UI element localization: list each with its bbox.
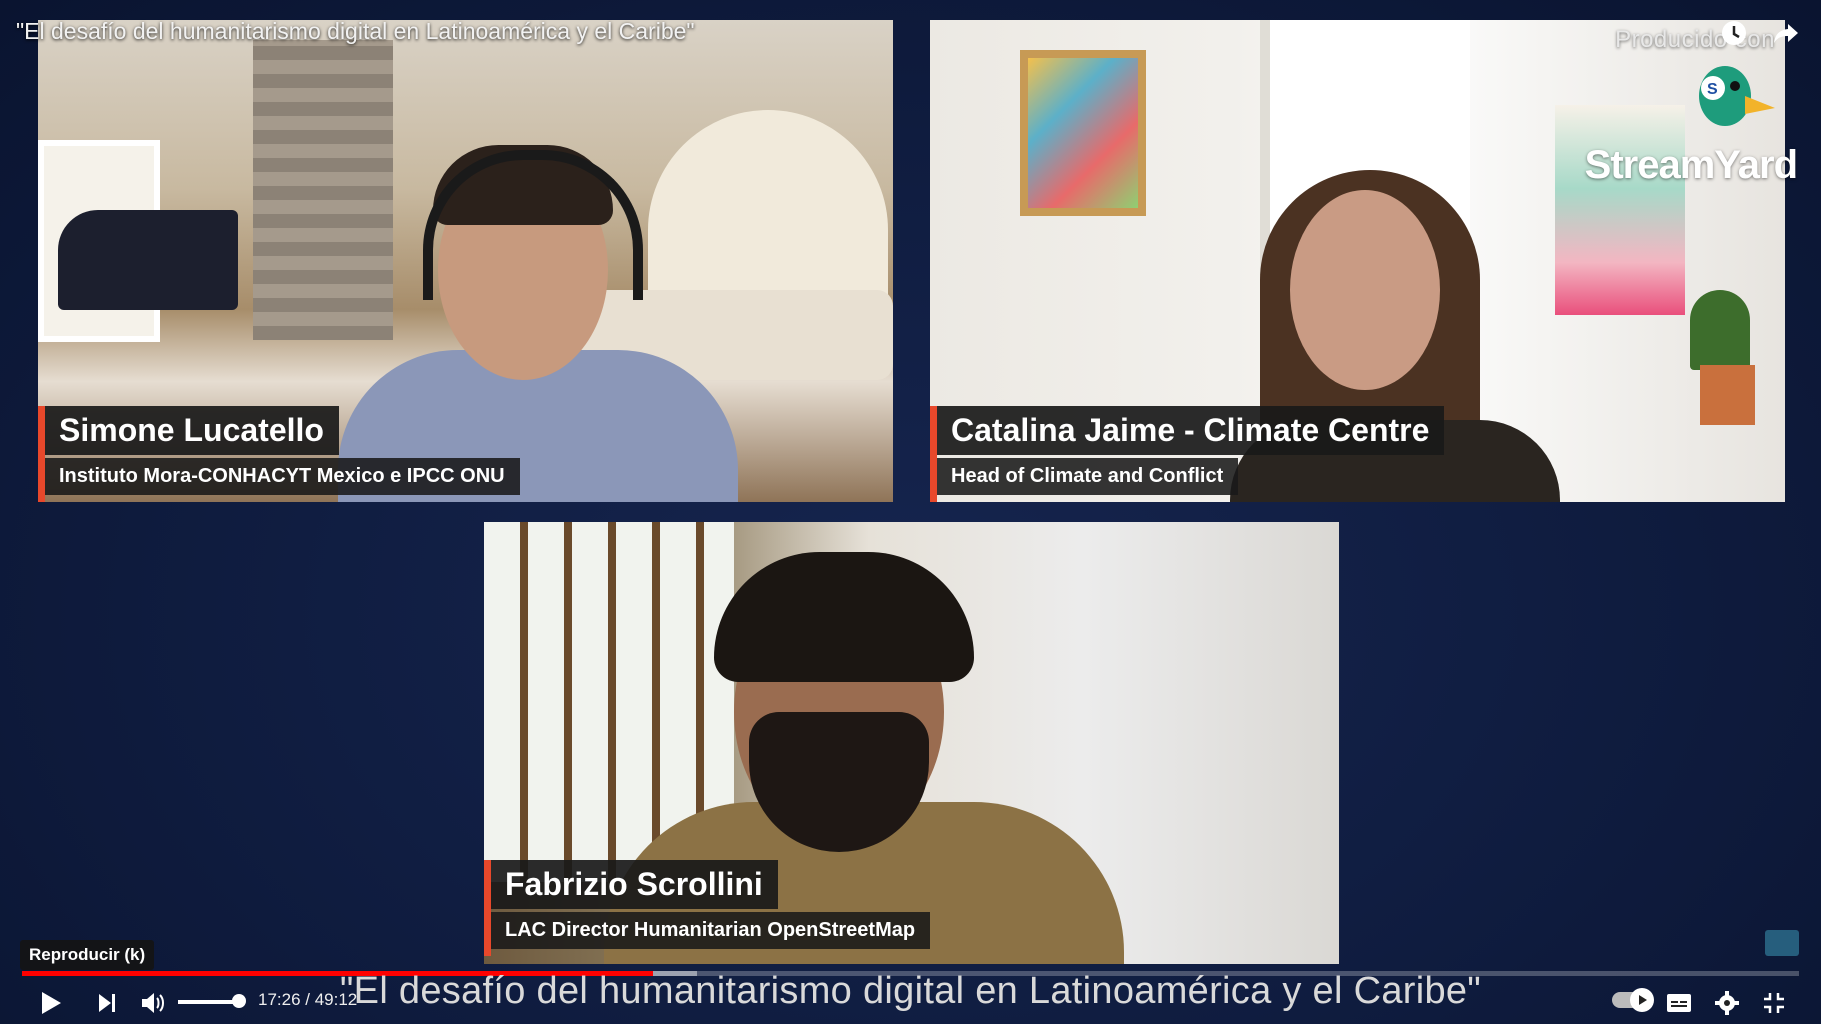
play-tooltip: Reproducir (k) — [20, 940, 155, 970]
participant-tile-1: Simone Lucatello Instituto Mora-CONHACYT… — [38, 20, 893, 502]
background-pot — [1700, 365, 1755, 425]
background-painting — [1020, 50, 1146, 216]
exit-fullscreen-icon — [1764, 993, 1784, 1013]
volume-slider-track[interactable] — [178, 1000, 240, 1004]
settings-button[interactable] — [1710, 986, 1744, 1020]
background-fireplace — [253, 40, 393, 340]
background-plant — [1690, 290, 1750, 370]
lower-third-accent — [38, 406, 45, 502]
gear-icon — [1715, 991, 1739, 1015]
watch-later-icon[interactable] — [1717, 16, 1751, 50]
play-button[interactable] — [34, 986, 68, 1020]
participant-face — [1290, 190, 1440, 390]
participant-role: LAC Director Humanitarian OpenStreetMap — [491, 912, 931, 949]
svg-text:S: S — [1707, 81, 1718, 98]
autoplay-play-icon — [1639, 995, 1647, 1005]
lower-third-accent — [930, 406, 937, 502]
subtitles-button[interactable] — [1662, 986, 1696, 1020]
next-icon — [99, 994, 115, 1012]
background-piano — [58, 210, 238, 310]
top-actions — [1717, 16, 1803, 50]
participant-hair — [714, 552, 974, 682]
participant-role: Head of Climate and Conflict — [937, 458, 1239, 495]
volume-icon — [142, 993, 164, 1013]
channel-watermark[interactable] — [1765, 930, 1799, 956]
autoplay-toggle-knob[interactable] — [1630, 988, 1654, 1012]
subtitles-icon — [1667, 994, 1691, 1012]
play-icon — [42, 992, 61, 1014]
share-icon[interactable] — [1769, 16, 1803, 50]
lower-third-accent — [484, 860, 491, 956]
player-controls: 17:26 / 49:12 — [0, 978, 1821, 1024]
participant-name: Fabrizio Scrollini — [491, 860, 778, 909]
next-button[interactable] — [90, 986, 124, 1020]
background-doorway — [648, 110, 888, 310]
streamyard-logo: S StreamYard — [1585, 58, 1798, 188]
volume-button[interactable] — [136, 986, 170, 1020]
time-display: 17:26 / 49:12 — [258, 990, 358, 1009]
participant-name: Catalina Jaime - Climate Centre — [937, 406, 1445, 455]
exit-fullscreen-button[interactable] — [1757, 986, 1791, 1020]
participant-role: Instituto Mora-CONHACYT Mexico e IPCC ON… — [45, 458, 520, 495]
video-title[interactable]: "El desafío del humanitarismo digital en… — [16, 18, 695, 45]
participant-tile-3: Fabrizio Scrollini LAC Director Humanita… — [484, 522, 1339, 964]
logo-text: StreamYard — [1584, 143, 1798, 187]
duck-icon: S — [1699, 66, 1775, 126]
participant-name: Simone Lucatello — [45, 406, 339, 455]
volume-slider-knob[interactable] — [232, 994, 246, 1008]
